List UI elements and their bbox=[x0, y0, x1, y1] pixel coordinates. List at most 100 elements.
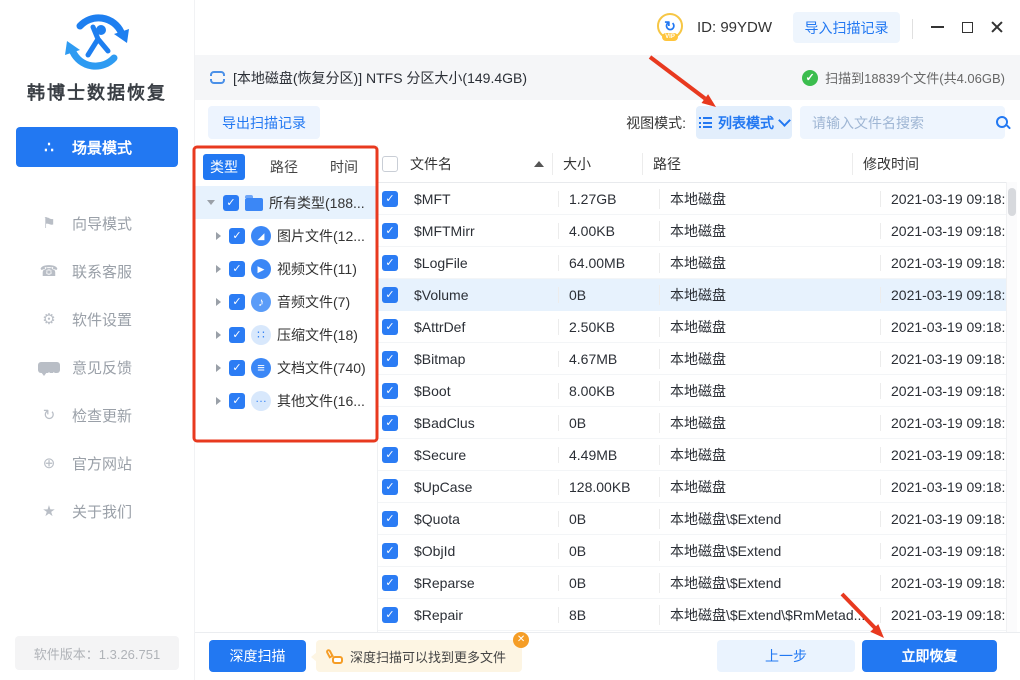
chevron-down-icon bbox=[778, 114, 791, 127]
table-row[interactable]: $Repair 8B 本地磁盘\$Extend\$RmMetad... 2021… bbox=[378, 599, 1006, 631]
table-row[interactable]: $AttrDef 2.50KB 本地磁盘 2021-03-19 09:18:30 bbox=[378, 311, 1006, 343]
table-row[interactable]: $Quota 0B 本地磁盘\$Extend 2021-03-19 09:18:… bbox=[378, 503, 1006, 535]
table-row[interactable]: $Reparse 0B 本地磁盘\$Extend 2021-03-19 09:1… bbox=[378, 567, 1006, 599]
cell-path: 本地磁盘 bbox=[659, 284, 880, 305]
type-checkbox[interactable] bbox=[229, 326, 245, 343]
tab-type[interactable]: 类型 bbox=[203, 154, 245, 180]
row-checkbox[interactable] bbox=[382, 382, 398, 399]
row-checkbox[interactable] bbox=[382, 574, 398, 591]
search-input[interactable] bbox=[810, 113, 995, 132]
column-header-path[interactable]: 路径 bbox=[642, 152, 852, 175]
select-all-checkbox[interactable] bbox=[382, 155, 398, 172]
table-row[interactable]: $MFTMirr 4.00KB 本地磁盘 2021-03-19 09:18:30 bbox=[378, 215, 1006, 247]
sidebar-item-scene-mode[interactable]: ∴ 场景模式 bbox=[16, 127, 178, 167]
type-checkbox[interactable] bbox=[229, 359, 245, 376]
row-checkbox[interactable] bbox=[382, 190, 398, 207]
column-header-size[interactable]: 大小 bbox=[552, 152, 642, 175]
type-checkbox[interactable] bbox=[229, 227, 245, 244]
sidebar-item-settings[interactable]: ⚙ 软件设置 bbox=[16, 299, 178, 339]
row-checkbox[interactable] bbox=[382, 606, 398, 623]
close-button[interactable] bbox=[987, 17, 1007, 37]
type-checkbox[interactable] bbox=[229, 260, 245, 277]
vertical-scrollbar[interactable] bbox=[1006, 182, 1017, 632]
tree-item[interactable]: ≡ 文档文件(740) bbox=[195, 351, 377, 384]
table-row[interactable]: $LogFile 64.00MB 本地磁盘 2021-03-19 09:18:3… bbox=[378, 247, 1006, 279]
expand-caret-icon[interactable] bbox=[216, 396, 221, 405]
tab-path[interactable]: 路径 bbox=[263, 154, 305, 180]
cell-path: 本地磁盘 bbox=[659, 444, 880, 465]
sidebar-item-check-update[interactable]: ↻ 检查更新 bbox=[16, 395, 178, 435]
deep-scan-button[interactable]: 深度扫描 bbox=[209, 640, 306, 672]
table-row[interactable]: $BadClus 0B 本地磁盘 2021-03-19 09:18:30 bbox=[378, 407, 1006, 439]
cell-filename: $Repair bbox=[414, 606, 464, 623]
table-row[interactable]: $Secure 4.49MB 本地磁盘 2021-03-19 09:18:30 bbox=[378, 439, 1006, 471]
sidebar-item-support[interactable]: ☎ 联系客服 bbox=[16, 251, 178, 291]
tooltip-close-icon[interactable] bbox=[513, 632, 530, 648]
sidebar-item-label: 关于我们 bbox=[72, 503, 133, 521]
sidebar-item-label: 检查更新 bbox=[72, 407, 133, 425]
row-checkbox[interactable] bbox=[382, 286, 398, 303]
previous-step-button[interactable]: 上一步 bbox=[717, 640, 855, 672]
sidebar-item-wizard-mode[interactable]: ⚑ 向导模式 bbox=[16, 203, 178, 243]
sidebar-item-website[interactable]: ⊕ 官方网站 bbox=[16, 443, 178, 483]
vip-badge-icon[interactable]: ↻ VIP bbox=[657, 13, 683, 41]
row-checkbox[interactable] bbox=[382, 542, 398, 559]
tree-item[interactable]: 所有类型(188... bbox=[195, 186, 377, 219]
view-mode-dropdown[interactable]: 列表模式 bbox=[696, 106, 792, 139]
cell-path: 本地磁盘 bbox=[659, 380, 880, 401]
sidebar-item-feedback[interactable]: … 意见反馈 bbox=[16, 347, 178, 387]
minimize-button[interactable] bbox=[927, 17, 947, 37]
column-header-modified[interactable]: 修改时间 bbox=[852, 152, 1006, 175]
row-checkbox[interactable] bbox=[382, 254, 398, 271]
tree-item[interactable]: ♪ 音频文件(7) bbox=[195, 285, 377, 318]
titlebar: ↻ VIP ID: 99YDW 导入扫描记录 bbox=[195, 0, 1020, 55]
import-scan-record-button[interactable]: 导入扫描记录 bbox=[793, 12, 900, 43]
cell-modified: 2021-03-19 09:18:31 bbox=[880, 542, 1006, 559]
row-checkbox[interactable] bbox=[382, 446, 398, 463]
tree-item-label: 其他文件(16... bbox=[277, 392, 365, 409]
cell-filename: $Secure bbox=[414, 446, 467, 463]
maximize-button[interactable] bbox=[957, 17, 977, 37]
tree-item[interactable]: ◢ 图片文件(12... bbox=[195, 219, 377, 252]
table-row[interactable]: $Volume 0B 本地磁盘 2021-03-19 09:18:30 bbox=[378, 279, 1006, 311]
row-checkbox[interactable] bbox=[382, 510, 398, 527]
row-checkbox[interactable] bbox=[382, 350, 398, 367]
sidebar-item-about[interactable]: ★ 关于我们 bbox=[16, 491, 178, 531]
cell-modified: 2021-03-19 09:18:30 bbox=[880, 190, 1006, 207]
pointing-hand-icon bbox=[326, 649, 343, 664]
expand-caret-icon[interactable] bbox=[216, 330, 221, 339]
feedback-bubble-icon: … bbox=[38, 361, 60, 377]
tree-tabs: 类型 路径 时间 bbox=[195, 145, 377, 186]
expand-caret-icon[interactable] bbox=[216, 297, 221, 306]
scan-result-text: 扫描到18839个文件(共4.06GB) bbox=[825, 71, 1005, 86]
expand-caret-icon[interactable] bbox=[216, 231, 221, 240]
tree-item[interactable]: ▶ 视频文件(11) bbox=[195, 252, 377, 285]
view-mode-value: 列表模式 bbox=[718, 114, 774, 131]
expand-caret-icon[interactable] bbox=[216, 264, 221, 273]
recover-now-button[interactable]: 立即恢复 bbox=[862, 640, 997, 672]
cell-filename: $UpCase bbox=[414, 478, 473, 495]
type-checkbox[interactable] bbox=[229, 293, 245, 310]
scrollbar-thumb[interactable] bbox=[1008, 188, 1016, 216]
table-row[interactable]: $Boot 8.00KB 本地磁盘 2021-03-19 09:18:30 bbox=[378, 375, 1006, 407]
row-checkbox[interactable] bbox=[382, 318, 398, 335]
expand-caret-icon[interactable] bbox=[207, 200, 215, 205]
tree-item-label: 文档文件(740) bbox=[277, 359, 366, 376]
tree-item[interactable]: ∷ 压缩文件(18) bbox=[195, 318, 377, 351]
expand-caret-icon[interactable] bbox=[216, 363, 221, 372]
row-checkbox[interactable] bbox=[382, 414, 398, 431]
table-row[interactable]: $Bitmap 4.67MB 本地磁盘 2021-03-19 09:18:30 bbox=[378, 343, 1006, 375]
tab-time[interactable]: 时间 bbox=[323, 154, 365, 180]
scan-result: ✓ 扫描到18839个文件(共4.06GB) bbox=[802, 68, 1005, 87]
row-checkbox[interactable] bbox=[382, 478, 398, 495]
column-header-filename[interactable]: 文件名 bbox=[408, 153, 552, 175]
export-scan-record-button[interactable]: 导出扫描记录 bbox=[208, 106, 320, 139]
row-checkbox[interactable] bbox=[382, 222, 398, 239]
table-row[interactable]: $ObjId 0B 本地磁盘\$Extend 2021-03-19 09:18:… bbox=[378, 535, 1006, 567]
cell-size: 4.49MB bbox=[558, 446, 659, 463]
type-checkbox[interactable] bbox=[223, 194, 239, 211]
table-row[interactable]: $UpCase 128.00KB 本地磁盘 2021-03-19 09:18:3… bbox=[378, 471, 1006, 503]
type-checkbox[interactable] bbox=[229, 392, 245, 409]
table-row[interactable]: $MFT 1.27GB 本地磁盘 2021-03-19 09:18:30 bbox=[378, 183, 1006, 215]
tree-item[interactable]: … 其他文件(16... bbox=[195, 384, 377, 417]
